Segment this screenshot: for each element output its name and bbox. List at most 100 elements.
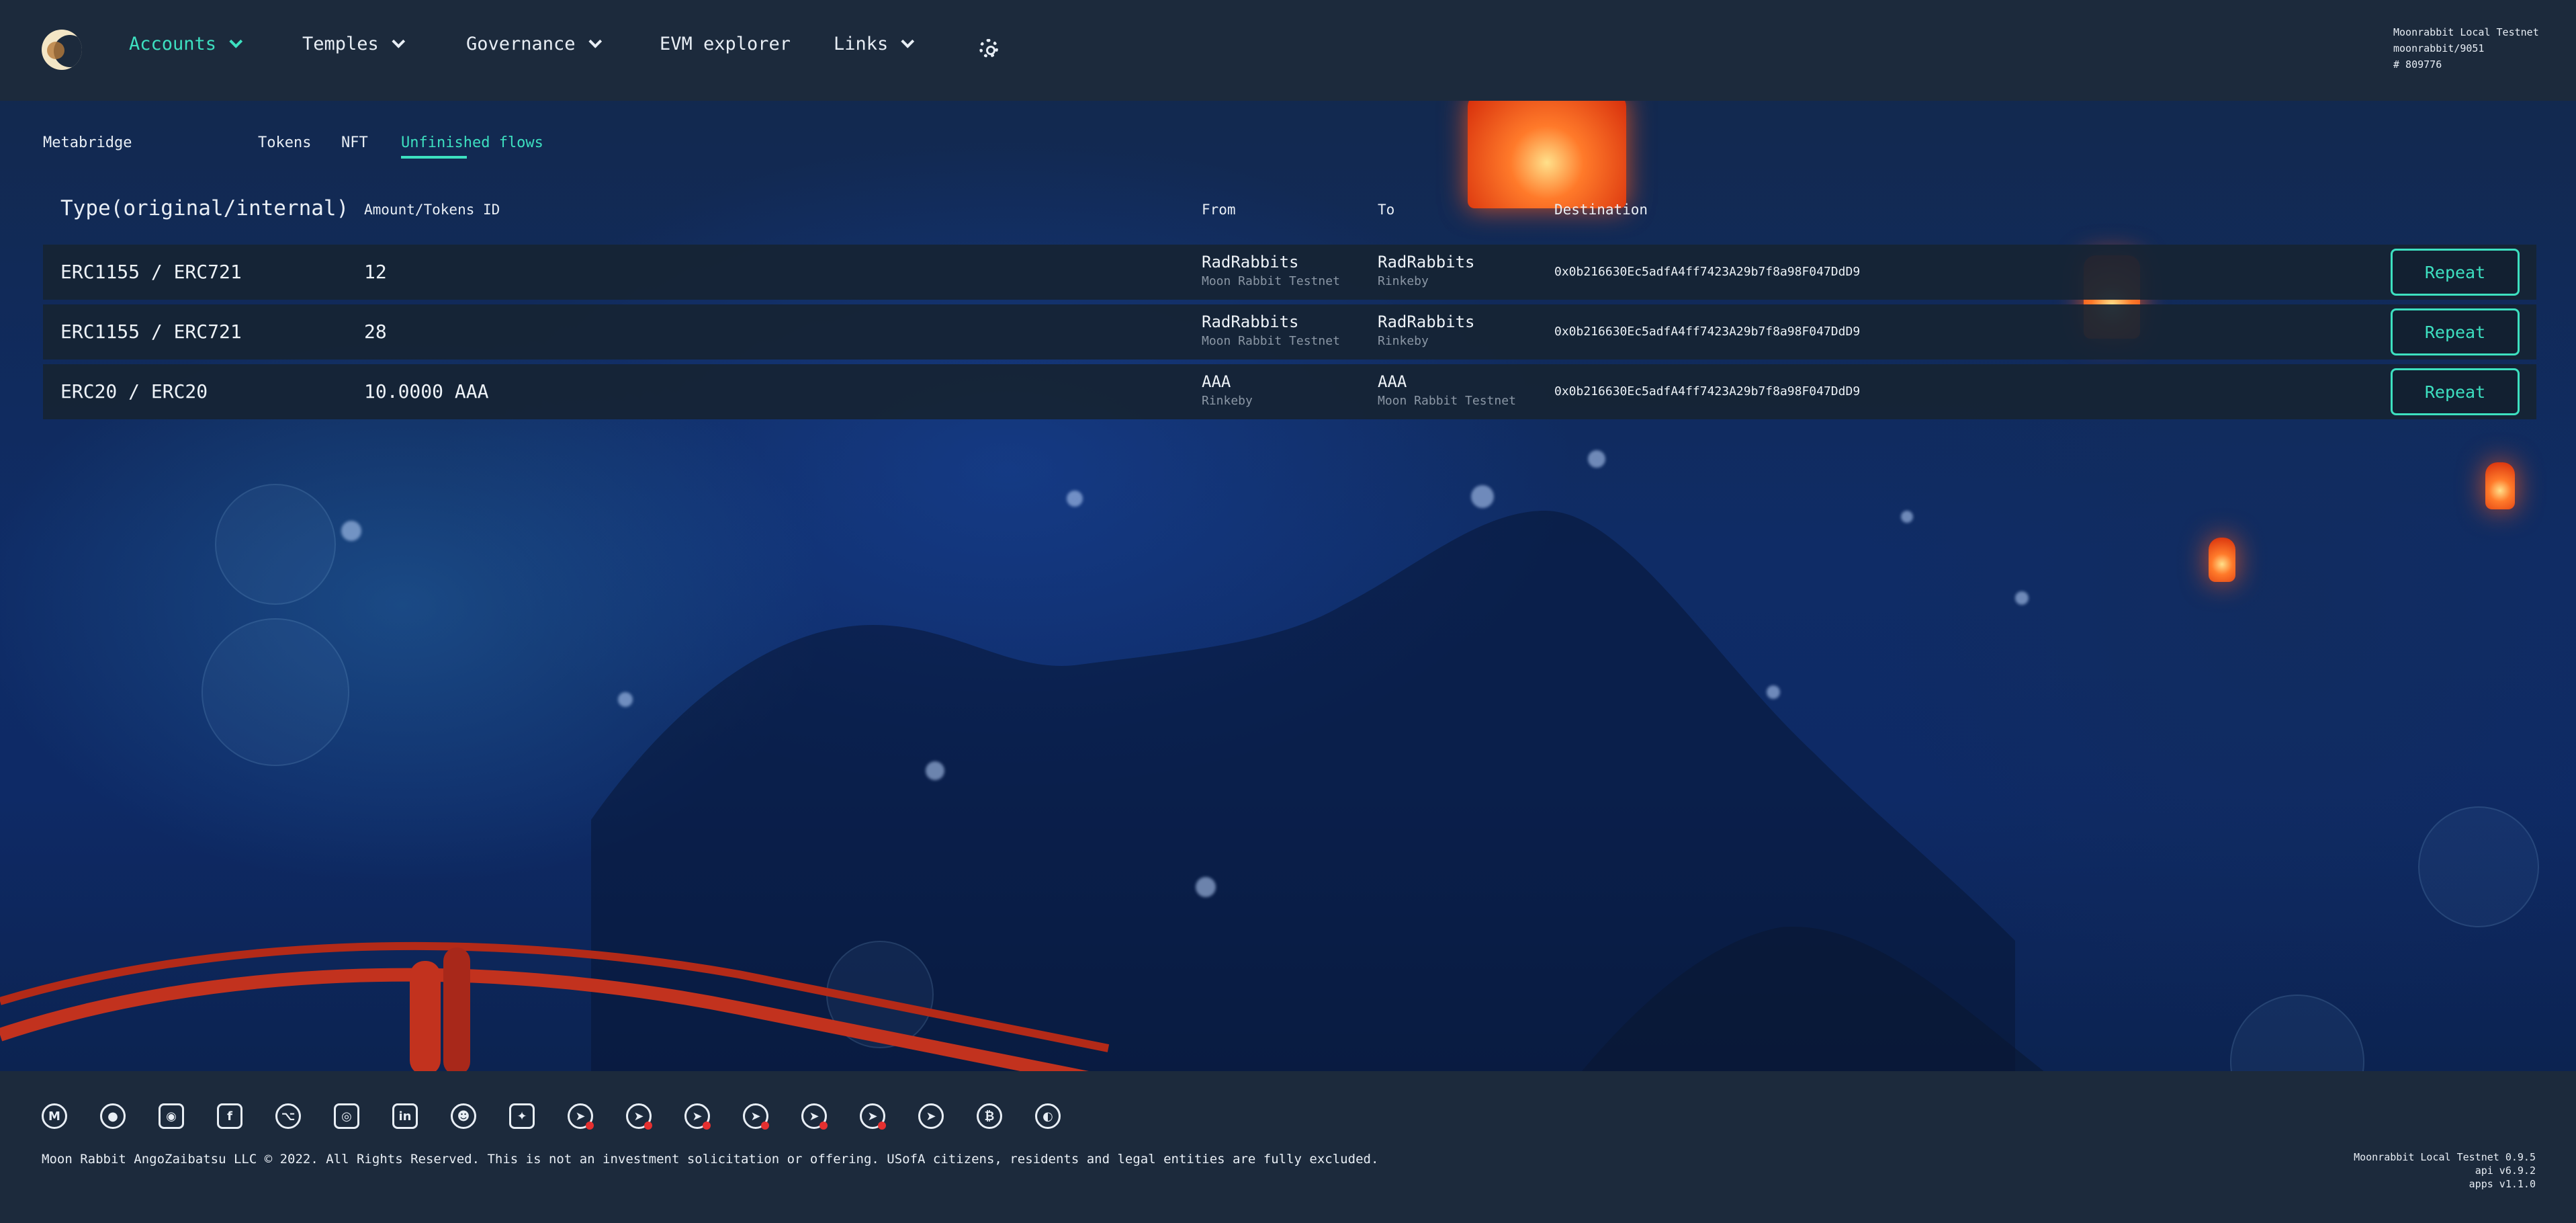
linkedin-icon[interactable]: in <box>392 1103 418 1129</box>
tab-unfinished-flows[interactable]: Unfinished flows <box>401 134 543 151</box>
bitcoin-icon[interactable]: ₿ <box>977 1103 1002 1129</box>
row-type: ERC20 / ERC20 <box>60 380 208 403</box>
nav-evm-explorer-label: EVM explorer <box>660 34 791 54</box>
row-amount: 28 <box>364 321 387 343</box>
from-name: RadRabbits <box>1202 253 1299 271</box>
chevron-down-icon <box>901 34 915 48</box>
from-chain: Rinkeby <box>1202 394 1253 408</box>
row-to: RadRabbits Rinkeby <box>1378 253 1475 288</box>
row-from: RadRabbits Moon Rabbit Testnet <box>1202 253 1340 288</box>
header-to: To <box>1378 202 1395 218</box>
to-chain: Rinkeby <box>1378 274 1429 288</box>
row-to: RadRabbits Rinkeby <box>1378 312 1475 348</box>
nav-links-label: Links <box>834 34 889 54</box>
to-name: RadRabbits <box>1378 312 1475 331</box>
telegram-icon[interactable]: ➤ <box>743 1103 769 1130</box>
header-destination: Destination <box>1554 202 1648 218</box>
facebook-icon[interactable]: f <box>217 1103 242 1129</box>
coingecko-icon[interactable]: ● <box>100 1103 126 1129</box>
row-amount: 12 <box>364 261 387 283</box>
nav-accounts-label: Accounts <box>129 34 217 54</box>
telegram-icon[interactable]: ➤ <box>684 1103 711 1130</box>
network-info[interactable]: Moonrabbit Local Testnet moonrabbit/9051… <box>2393 24 2539 73</box>
weibo-icon[interactable]: ◐ <box>1035 1103 1061 1129</box>
nav-governance-label: Governance <box>466 34 576 54</box>
row-destination: 0x0b216630Ec5adfA4ff7423A29b7f8a98F047Dd… <box>1554 325 1861 339</box>
snow-orb <box>2015 591 2029 605</box>
snow-orb <box>1767 685 1780 699</box>
repeat-button[interactable]: Repeat <box>2391 308 2520 355</box>
tab-nft[interactable]: NFT <box>341 134 368 151</box>
tab-tokens[interactable]: Tokens <box>258 134 311 151</box>
top-navigation-bar: Accounts Temples Governance EVM explorer… <box>0 0 2576 101</box>
footer: M ● ◉ f ⌥ ◎ in ☻ ✦ ➤ ➤ ➤ ➤ ➤ ➤ ➤ ₿ ◐ Moo… <box>0 1071 2576 1223</box>
to-name: AAA <box>1378 372 1407 391</box>
network-name: Moonrabbit Local Testnet <box>2393 26 2539 38</box>
row-from: RadRabbits Moon Rabbit Testnet <box>1202 312 1340 348</box>
nav-evm-explorer[interactable]: EVM explorer <box>660 34 791 54</box>
version-line: Moonrabbit Local Testnet 0.9.5 <box>2354 1151 2536 1163</box>
medium-icon[interactable]: M <box>42 1103 67 1129</box>
to-chain: Rinkeby <box>1378 334 1429 348</box>
header-amount: Amount/Tokens ID <box>364 202 500 218</box>
nav-governance[interactable]: Governance <box>466 34 602 54</box>
section-title: Metabridge <box>43 134 132 151</box>
background-scene <box>0 0 2576 1223</box>
snow-orb <box>1067 491 1083 507</box>
red-bridge <box>0 941 1110 1075</box>
chevron-down-icon <box>588 34 602 48</box>
from-chain: Moon Rabbit Testnet <box>1202 274 1340 288</box>
to-name: RadRabbits <box>1378 253 1475 271</box>
active-tab-indicator <box>401 156 467 159</box>
snow-orb <box>1471 485 1494 508</box>
telegram-icon[interactable]: ➤ <box>626 1103 652 1130</box>
lantern <box>2209 538 2235 582</box>
nav-accounts[interactable]: Accounts <box>129 34 243 54</box>
table-row: ERC1155 / ERC721 12 RadRabbits Moon Rabb… <box>43 245 2536 300</box>
snow-orb <box>618 692 633 707</box>
nav-links[interactable]: Links <box>834 34 915 54</box>
header-from: From <box>1202 202 1236 218</box>
snow-orb <box>1588 450 1605 468</box>
reddit-icon[interactable]: ☻ <box>451 1103 476 1129</box>
gear-icon[interactable] <box>979 39 998 58</box>
row-destination: 0x0b216630Ec5adfA4ff7423A29b7f8a98F047Dd… <box>1554 265 1861 279</box>
bokeh-light <box>202 618 349 766</box>
from-name: RadRabbits <box>1202 312 1299 331</box>
nav-temples[interactable]: Temples <box>302 34 405 54</box>
repeat-button[interactable]: Repeat <box>2391 249 2520 296</box>
instagram-icon[interactable]: ◎ <box>334 1103 359 1129</box>
network-spec: moonrabbit/9051 <box>2393 42 2485 54</box>
bokeh-light <box>215 484 336 605</box>
block-number: # 809776 <box>2393 58 2442 71</box>
repeat-button[interactable]: Repeat <box>2391 368 2520 415</box>
copyright-text: Moon Rabbit AngoZaibatsu LLC © 2022. All… <box>42 1152 1379 1167</box>
telegram-icon[interactable]: ➤ <box>918 1103 944 1129</box>
row-from: AAA Rinkeby <box>1202 372 1253 408</box>
header-type: Type(original/internal) <box>60 196 349 220</box>
snow-orb <box>926 761 944 780</box>
lantern <box>2485 462 2515 509</box>
lantern <box>1468 94 1626 208</box>
row-amount: 10.0000 AAA <box>364 380 489 403</box>
moon-rabbit-logo[interactable] <box>42 30 82 70</box>
github-icon[interactable]: ⌥ <box>275 1103 301 1129</box>
telegram-icon[interactable]: ➤ <box>801 1103 828 1130</box>
bokeh-light <box>2418 806 2539 927</box>
social-links: M ● ◉ f ⌥ ◎ in ☻ ✦ ➤ ➤ ➤ ➤ ➤ ➤ ➤ ₿ ◐ <box>42 1103 1061 1130</box>
row-to: AAA Moon Rabbit Testnet <box>1378 372 1516 408</box>
snow-orb <box>1196 877 1216 897</box>
telegram-icon[interactable]: ➤ <box>568 1103 594 1130</box>
chevron-down-icon <box>229 34 243 48</box>
version-info: Moonrabbit Local Testnet 0.9.5 api v6.9.… <box>2354 1150 2536 1191</box>
chevron-down-icon <box>392 34 405 48</box>
telegram-icon[interactable]: ➤ <box>860 1103 886 1130</box>
row-type: ERC1155 / ERC721 <box>60 321 242 343</box>
version-line: api v6.9.2 <box>2475 1165 2536 1177</box>
discord-icon[interactable]: ◉ <box>159 1103 184 1129</box>
snow-orb <box>341 521 361 541</box>
twitter-icon[interactable]: ✦ <box>509 1103 535 1129</box>
row-destination: 0x0b216630Ec5adfA4ff7423A29b7f8a98F047Dd… <box>1554 384 1861 398</box>
version-line: apps v1.1.0 <box>2469 1178 2536 1190</box>
to-chain: Moon Rabbit Testnet <box>1378 394 1516 408</box>
